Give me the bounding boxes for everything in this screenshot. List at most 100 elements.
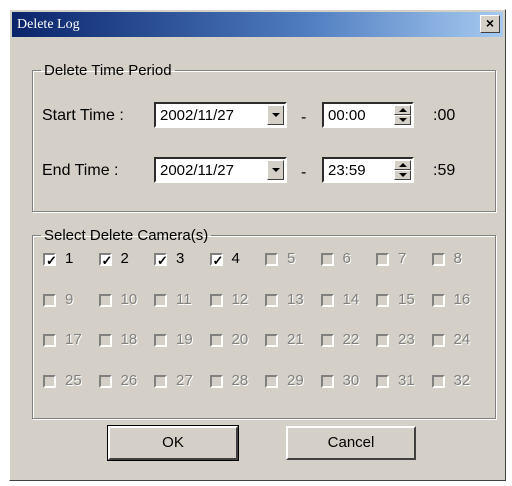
check-icon: ✓ [101,253,113,268]
camera-12-checkbox: 12 [209,290,262,311]
camera-number-label: 8 [453,250,462,267]
end-time-label: End Time : [42,162,119,179]
camera-26-checkbox: 26 [98,372,151,392]
end-time-down-button[interactable] [394,170,411,180]
check-icon: ✓ [46,253,57,268]
start-time-down-button[interactable] [394,115,411,125]
camera-number-label: 23 [398,331,415,348]
close-icon: × [485,15,495,31]
camera-number-label: 19 [176,331,193,348]
camera-29-checkbox: 29 [265,372,317,392]
camera-number-label: 13 [287,290,304,308]
start-seconds: :00 [433,107,456,124]
camera-11-checkbox: 11 [154,291,206,311]
checkbox-box[interactable]: ✓ [98,253,113,268]
camera-30-checkbox: 30 [320,371,373,392]
camera-1-checkbox[interactable]: ✓ 1 [43,250,95,270]
camera-number-label: 31 [398,371,415,389]
checkbox-box [265,334,278,347]
camera-20-checkbox: 20 [209,331,262,351]
start-time-up-button[interactable] [394,105,411,115]
camera-number-label: 1 [65,250,74,267]
select-camera-legend: Select Delete Camera(s) [44,227,209,244]
check-icon: ✓ [157,253,168,268]
checkbox-box [265,374,278,388]
camera-24-checkbox: 24 [431,331,484,351]
camera-number-label: 18 [120,331,138,348]
camera-19-checkbox: 19 [154,331,206,351]
camera-number-label: 9 [65,290,74,308]
checkbox-box[interactable]: ✓ [154,253,168,268]
checkbox-box [98,334,112,347]
camera-3-checkbox[interactable]: ✓ 3 [154,250,206,270]
camera-10-checkbox: 10 [98,291,151,311]
check-icon: ✓ [212,253,224,268]
ok-button[interactable]: OK [107,425,239,461]
camera-23-checkbox: 23 [376,331,428,351]
camera-4-checkbox[interactable]: ✓ 4 [209,250,262,270]
checkbox-box [320,374,334,388]
camera-25-checkbox: 25 [43,372,95,392]
title-bar[interactable]: Delete Log × [12,12,503,37]
camera-number-label: 17 [65,331,82,348]
checkbox-box [98,374,112,388]
checkbox-box [320,334,334,347]
spin-down-icon [398,118,407,122]
camera-number-label: 30 [342,371,360,389]
end-time-up-button[interactable] [394,160,411,170]
start-date-dropdown-button[interactable] [267,105,284,125]
camera-number-label: 4 [231,250,240,267]
camera-number-label: 20 [231,331,249,348]
start-date-combo[interactable]: 2002/11/27 [154,102,287,128]
camera-14-checkbox: 14 [320,291,373,311]
camera-number-label: 6 [342,250,351,267]
camera-22-checkbox: 22 [320,331,373,351]
checkbox-box [43,334,56,347]
camera-number-label: 21 [287,331,304,348]
checkbox-box[interactable]: ✓ [209,253,224,268]
spin-down-icon [398,173,407,177]
close-button[interactable]: × [480,15,500,33]
camera-32-checkbox: 32 [431,372,484,392]
camera-number-label: 12 [231,290,249,308]
camera-number-label: 3 [176,250,185,267]
checkbox-box [431,334,445,347]
checkbox-box [431,293,445,307]
camera-number-label: 22 [342,331,360,348]
checkbox-box [43,374,56,388]
checkbox-box [376,334,389,347]
camera-28-checkbox: 28 [209,371,262,392]
cancel-button[interactable]: Cancel [286,426,416,460]
start-date-value: 2002/11/27 [160,107,234,124]
chevron-down-icon [271,168,280,172]
camera-2-checkbox[interactable]: ✓ 2 [98,250,151,270]
checkbox-box[interactable]: ✓ [43,253,57,268]
checkbox-box [376,293,389,307]
end-date-value: 2002/11/27 [160,162,234,179]
end-date-combo[interactable]: 2002/11/27 [154,157,287,183]
spin-up-icon [398,163,407,167]
checkbox-box [43,293,56,307]
camera-6-checkbox: 6 [320,250,373,270]
camera-31-checkbox: 31 [376,372,428,392]
end-date-dropdown-button[interactable] [267,160,284,180]
checkbox-box [265,293,278,307]
checkbox-box [376,253,389,266]
end-time-spinner[interactable]: 23:59 [322,157,414,183]
checkbox-box [209,374,223,388]
delete-time-period-legend: Delete Time Period [44,62,172,79]
camera-7-checkbox: 7 [376,250,428,270]
checkbox-box [209,293,223,307]
checkbox-box [154,334,167,347]
camera-27-checkbox: 27 [154,372,206,392]
camera-number-label: 11 [176,290,192,308]
camera-number-label: 5 [287,250,296,267]
camera-number-label: 7 [398,250,407,267]
checkbox-box [320,293,334,307]
camera-number-label: 28 [231,371,249,389]
camera-number-label: 24 [453,331,471,348]
camera-16-checkbox: 16 [431,291,484,311]
start-time-spinner[interactable]: 00:00 [322,102,414,128]
checkbox-box [320,253,334,266]
checkbox-box [431,253,445,266]
